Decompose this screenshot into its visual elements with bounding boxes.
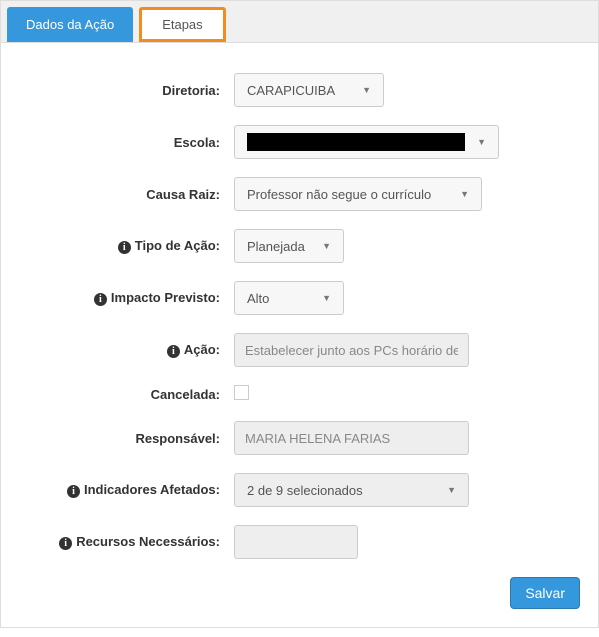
row-diretoria: Diretoria: CARAPICUIBA ▼ — [19, 73, 580, 107]
input-responsavel[interactable] — [234, 421, 469, 455]
row-causa-raiz: Causa Raiz: Professor não segue o curríc… — [19, 177, 580, 211]
info-icon: i — [67, 485, 80, 498]
caret-icon: ▼ — [322, 241, 331, 251]
label-indicadores-text: Indicadores Afetados: — [84, 482, 220, 497]
tab-dados-da-acao[interactable]: Dados da Ação — [7, 7, 133, 42]
input-recursos[interactable] — [234, 525, 358, 559]
select-causa-raiz[interactable]: Professor não segue o currículo ▼ — [234, 177, 482, 211]
info-icon: i — [59, 537, 72, 550]
save-button[interactable]: Salvar — [510, 577, 580, 609]
label-impacto: i Impacto Previsto: — [19, 290, 234, 305]
label-acao-text: Ação: — [184, 342, 220, 357]
label-responsavel: Responsável: — [19, 431, 234, 446]
row-indicadores: i Indicadores Afetados: 2 de 9 selecionad… — [19, 473, 580, 507]
form-footer: Salvar — [19, 577, 580, 609]
row-cancelada: Cancelada: — [19, 385, 580, 403]
label-tipo-acao: i Tipo de Ação: — [19, 238, 234, 253]
info-icon: i — [94, 293, 107, 306]
caret-icon: ▼ — [477, 137, 486, 147]
select-escola-value-masked — [247, 133, 465, 151]
info-icon: i — [167, 345, 180, 358]
caret-icon: ▼ — [322, 293, 331, 303]
select-indicadores-value: 2 de 9 selecionados — [247, 483, 363, 498]
row-escola: Escola: ▼ — [19, 125, 580, 159]
label-recursos: i Recursos Necessários: — [19, 534, 234, 549]
tab-etapas[interactable]: Etapas — [139, 7, 225, 42]
label-acao: i Ação: — [19, 342, 234, 357]
select-diretoria[interactable]: CARAPICUIBA ▼ — [234, 73, 384, 107]
form-panel: Diretoria: CARAPICUIBA ▼ Escola: ▼ Causa… — [0, 43, 599, 628]
select-diretoria-value: CARAPICUIBA — [247, 83, 335, 98]
select-indicadores[interactable]: 2 de 9 selecionados ▼ — [234, 473, 469, 507]
input-acao[interactable] — [234, 333, 469, 367]
label-indicadores: i Indicadores Afetados: — [19, 482, 234, 497]
tabs-bar: Dados da Ação Etapas — [0, 0, 599, 43]
row-recursos: i Recursos Necessários: — [19, 525, 580, 559]
row-acao: i Ação: — [19, 333, 580, 367]
label-recursos-text: Recursos Necessários: — [76, 534, 220, 549]
label-causa-raiz: Causa Raiz: — [19, 187, 234, 202]
label-diretoria: Diretoria: — [19, 83, 234, 98]
row-impacto: i Impacto Previsto: Alto ▼ — [19, 281, 580, 315]
caret-icon: ▼ — [460, 189, 469, 199]
label-tipo-acao-text: Tipo de Ação: — [135, 238, 220, 253]
label-cancelada: Cancelada: — [19, 387, 234, 402]
checkbox-cancelada[interactable] — [234, 385, 249, 400]
select-escola[interactable]: ▼ — [234, 125, 499, 159]
select-causa-raiz-value: Professor não segue o currículo — [247, 187, 431, 202]
label-impacto-text: Impacto Previsto: — [111, 290, 220, 305]
select-impacto[interactable]: Alto ▼ — [234, 281, 344, 315]
row-tipo-acao: i Tipo de Ação: Planejada ▼ — [19, 229, 580, 263]
caret-icon: ▼ — [362, 85, 371, 95]
label-escola: Escola: — [19, 135, 234, 150]
info-icon: i — [118, 241, 131, 254]
select-tipo-acao-value: Planejada — [247, 239, 305, 254]
select-impacto-value: Alto — [247, 291, 269, 306]
caret-icon: ▼ — [447, 485, 456, 495]
row-responsavel: Responsável: — [19, 421, 580, 455]
select-tipo-acao[interactable]: Planejada ▼ — [234, 229, 344, 263]
